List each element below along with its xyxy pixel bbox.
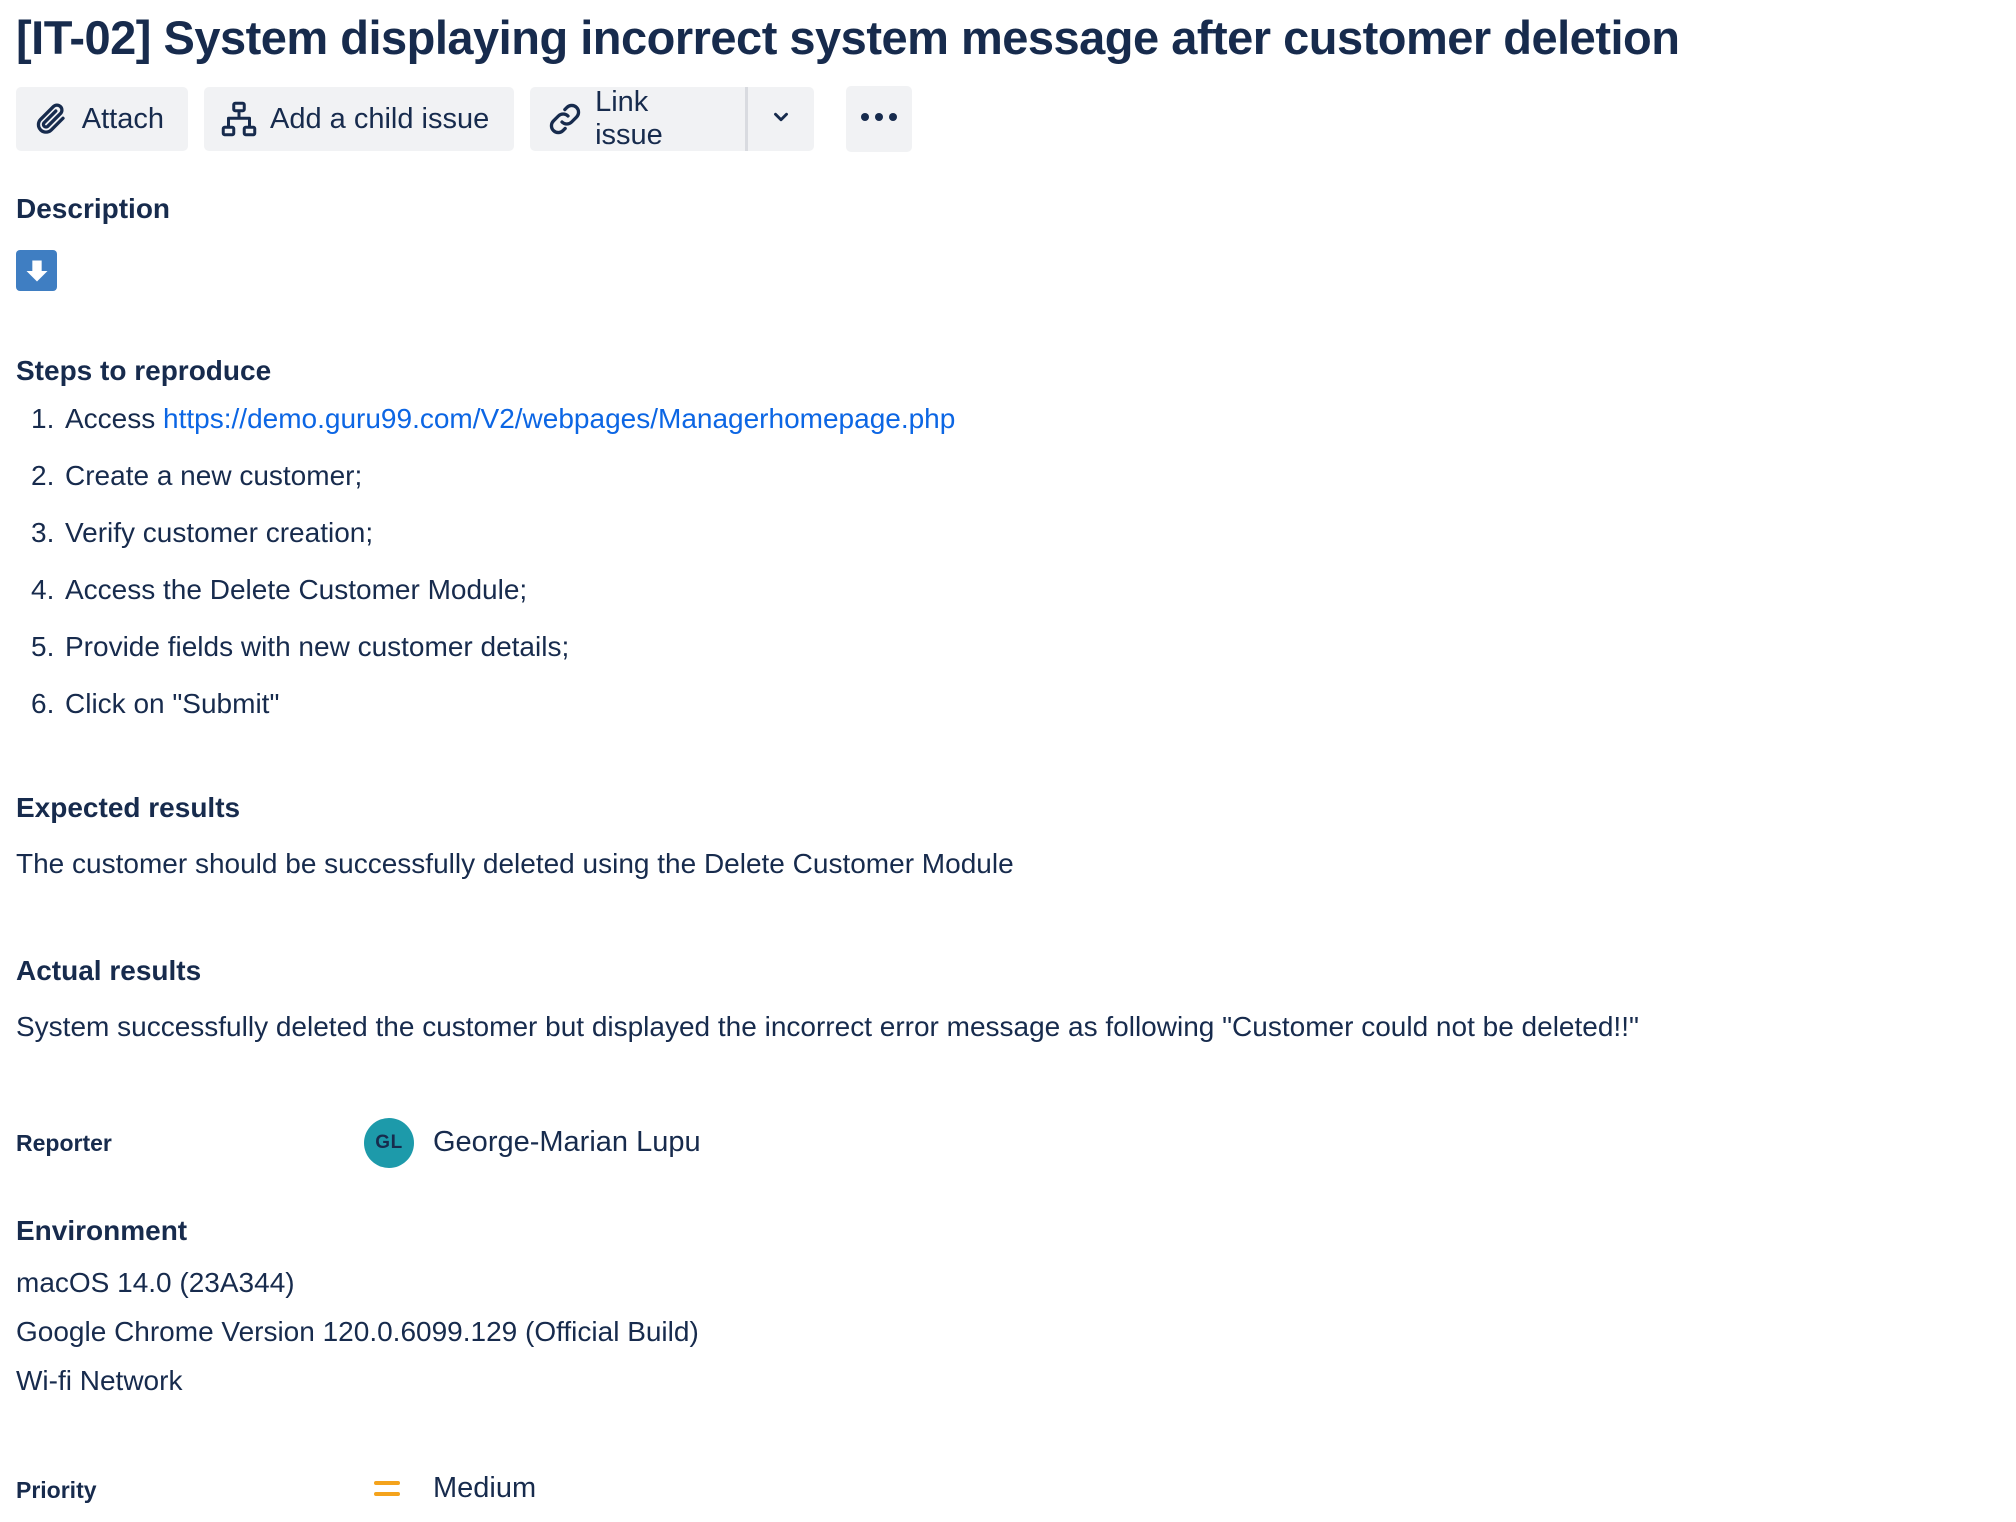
link-issue-dropdown-button[interactable] (748, 87, 814, 151)
list-item: 6. Click on "Submit" (16, 688, 955, 745)
expected-results-text: The customer should be successfully dele… (16, 848, 1014, 879)
actual-results-heading: Actual results (16, 955, 202, 986)
environment-line: Google Chrome Version 120.0.6099.129 (Of… (16, 1316, 699, 1347)
step-text: Access the Delete Customer Module; (65, 574, 528, 605)
issue-title[interactable]: [IT-02] System displaying incorrect syst… (16, 10, 1680, 65)
paperclip-icon (32, 100, 70, 138)
list-item: 5. Provide fields with new customer detai… (16, 631, 955, 688)
priority-label: Priority (16, 1477, 97, 1503)
environment-heading: Environment (16, 1215, 188, 1246)
reporter-name[interactable]: George-Marian Lupu (433, 1126, 701, 1159)
step-number: 1. (31, 403, 55, 434)
step-text: Create a new customer; (65, 460, 363, 491)
list-item: 1. Access https://demo.guru99.com/V2/webp… (16, 403, 955, 460)
step-number: 5. (31, 631, 55, 662)
hierarchy-icon (220, 100, 258, 138)
step-number: 4. (31, 574, 55, 605)
description-heading: Description (16, 193, 171, 224)
step-text: Verify customer creation; (65, 517, 374, 548)
expected-results-heading: Expected results (16, 792, 241, 823)
link-icon (546, 100, 583, 138)
link-issue-button[interactable]: Link issue (530, 86, 748, 151)
attach-label: Attach (81, 102, 164, 135)
step-text: Click on "Submit" (65, 688, 280, 719)
environment-line: Wi-fi Network (16, 1365, 183, 1396)
more-horizontal-icon (859, 110, 899, 128)
link-issue-group: Link issue (530, 86, 814, 151)
add-child-issue-label: Add a child issue (270, 102, 490, 135)
step-number: 3. (31, 517, 55, 548)
step-number: 2. (31, 460, 55, 491)
list-item: 2. Create a new customer; (16, 460, 955, 517)
step-number: 6. (31, 688, 55, 719)
add-child-issue-button[interactable]: Add a child issue (204, 87, 514, 151)
chevron-down-icon (770, 106, 792, 133)
environment-line: macOS 14.0 (23A344) (16, 1267, 295, 1298)
priority-value[interactable]: Medium (433, 1472, 536, 1505)
step-text: Access (65, 403, 164, 434)
priority-medium-icon (374, 1481, 400, 1496)
more-actions-button[interactable] (846, 86, 912, 152)
step-text: Provide fields with new customer details… (65, 631, 570, 662)
attach-button[interactable]: Attach (16, 87, 188, 151)
reporter-label: Reporter (16, 1130, 112, 1156)
steps-list: 1. Access https://demo.guru99.com/V2/webp… (16, 403, 955, 745)
download-arrow-icon[interactable] (16, 250, 57, 291)
list-item: 4. Access the Delete Customer Module; (16, 574, 955, 631)
steps-heading: Steps to reproduce (16, 355, 272, 386)
issue-toolbar: Attach Add a child issue Link issue (16, 86, 912, 152)
link-issue-label: Link issue (595, 86, 663, 151)
actual-results-text: System successfully deleted the customer… (16, 1011, 1639, 1042)
manager-homepage-link[interactable]: https://demo.guru99.com/V2/webpages/Mana… (163, 403, 955, 434)
list-item: 3. Verify customer creation; (16, 517, 955, 574)
avatar[interactable]: GL (364, 1118, 414, 1168)
